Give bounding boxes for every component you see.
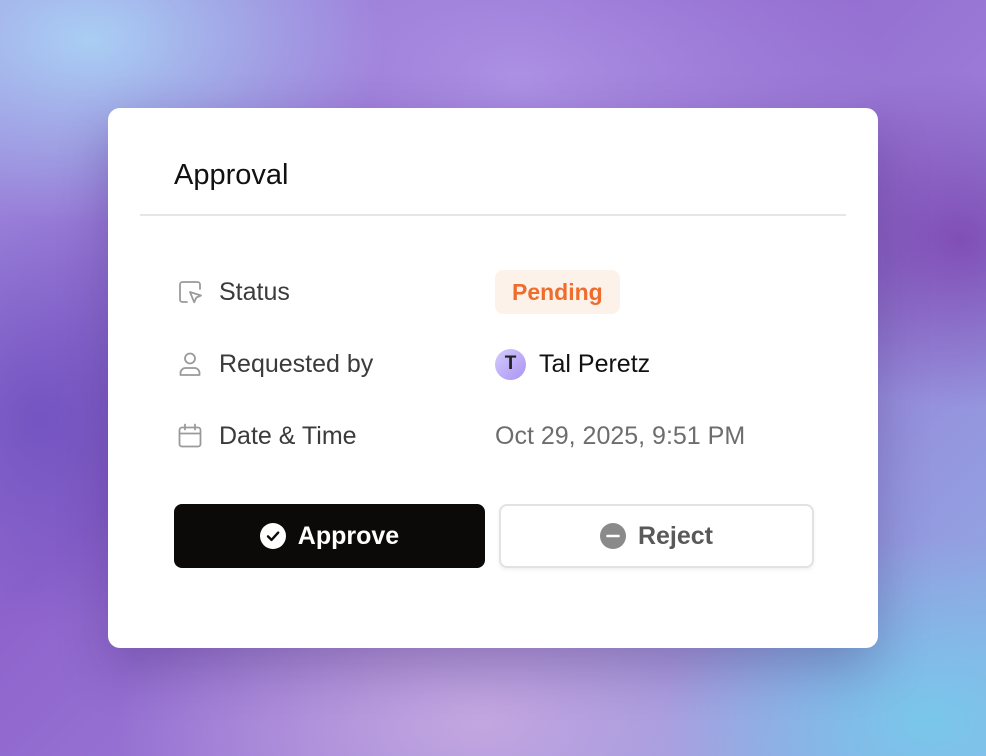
reject-label: Reject <box>637 521 714 550</box>
divider <box>140 214 846 216</box>
calendar-icon <box>178 423 202 448</box>
status-row: Status Pending <box>174 268 814 316</box>
date-time-value-wrap: Oct 29, 2025, 9:51 PM <box>495 412 745 460</box>
status-value: Pending <box>495 268 620 316</box>
avatar: T <box>495 348 526 380</box>
requested-by-value: T Tal Peretz <box>495 340 650 388</box>
requester-name: Tal Peretz <box>539 350 651 378</box>
requested-by-row: Requested by T Tal Peretz <box>174 340 814 388</box>
requested-by-label: Requested by <box>219 350 374 378</box>
approve-label: Approve <box>297 521 400 550</box>
date-time-value: Oct 29, 2025, 9:51 PM <box>495 422 746 450</box>
minus-circle-icon <box>599 523 626 549</box>
approval-card: Approval Status Pending Requested by T T… <box>108 108 878 648</box>
date-time-label: Date & Time <box>219 422 357 450</box>
status-badge: Pending <box>495 270 620 314</box>
approve-button[interactable]: Approve <box>174 504 485 568</box>
user-icon <box>179 352 201 376</box>
cursor-square-icon <box>179 281 202 304</box>
date-time-row: Date & Time Oct 29, 2025, 9:51 PM <box>174 412 814 460</box>
card-title: Approval <box>174 159 289 191</box>
reject-button[interactable]: Reject <box>499 504 814 568</box>
status-label: Status <box>219 278 290 306</box>
check-circle-icon <box>259 523 286 549</box>
